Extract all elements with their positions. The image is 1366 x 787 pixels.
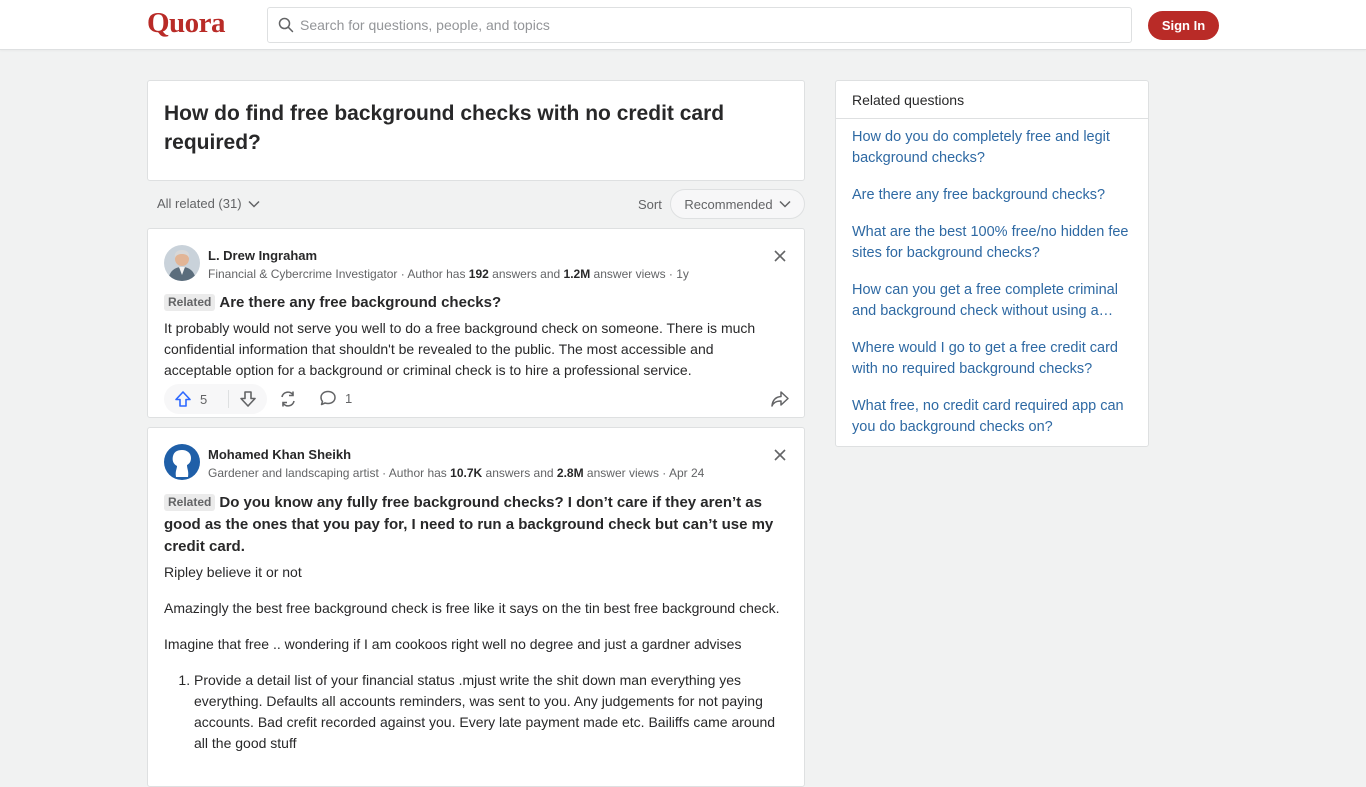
close-icon bbox=[774, 449, 786, 461]
related-question-item[interactable]: How can you get a free complete criminal… bbox=[852, 280, 1132, 322]
upvote-button[interactable]: 5 bbox=[164, 390, 228, 408]
related-tag: Related bbox=[164, 294, 216, 311]
views-word: answer views · 1y bbox=[590, 267, 689, 281]
answer-paragraph: Imagine that free .. wondering if I am c… bbox=[164, 636, 742, 652]
search-bar[interactable] bbox=[267, 7, 1132, 43]
answer-actions: 5 1 bbox=[164, 384, 790, 414]
author-name[interactable]: L. Drew Ingraham bbox=[208, 248, 317, 263]
answer-views: 2.8M bbox=[556, 466, 584, 480]
related-question-link[interactable]: Related Do you know any fully free backgr… bbox=[164, 492, 784, 558]
related-question-text: Do you know any fully free background ch… bbox=[164, 494, 774, 555]
top-header: Quora Sign In bbox=[0, 0, 1366, 50]
credential-text: Financial & Cybercrime Investigator · Au… bbox=[208, 267, 469, 281]
related-question-item[interactable]: Are there any free background checks? bbox=[852, 185, 1132, 206]
comment-icon bbox=[320, 390, 336, 406]
vote-group: 5 bbox=[164, 384, 267, 414]
avatar[interactable] bbox=[164, 444, 200, 480]
related-questions-heading: Related questions bbox=[836, 81, 1148, 119]
upvote-icon bbox=[175, 391, 191, 407]
answer-count: 192 bbox=[468, 267, 489, 281]
all-related-label: All related (31) bbox=[157, 196, 242, 211]
views-word: answer views · Apr 24 bbox=[583, 466, 705, 480]
avatar[interactable] bbox=[164, 245, 200, 281]
answer-count: 10.7K bbox=[450, 466, 483, 480]
answer-views: 1.2M bbox=[563, 267, 591, 281]
all-related-dropdown[interactable]: All related (31) bbox=[157, 196, 260, 211]
share-arrow-icon bbox=[771, 391, 789, 407]
related-question-link[interactable]: Related Are there any free background che… bbox=[164, 292, 784, 314]
answer-filters: All related (31) Sort Recommended bbox=[147, 189, 805, 221]
credential-text: Gardener and landscaping artist · Author… bbox=[208, 466, 451, 480]
question-card: How do find free background checks with … bbox=[147, 80, 805, 181]
related-question-text: Are there any free background checks? bbox=[219, 294, 502, 311]
chevron-down-icon bbox=[779, 200, 791, 208]
answers-word: answers and bbox=[488, 267, 564, 281]
answer-list: Provide a detail list of your financial … bbox=[164, 670, 784, 754]
comments-button[interactable]: 1 bbox=[319, 389, 352, 407]
answer-paragraph: Amazingly the best free background check… bbox=[164, 600, 780, 616]
comment-count: 1 bbox=[345, 390, 353, 406]
related-question-item[interactable]: How do you do completely free and legit … bbox=[852, 127, 1132, 169]
upvote-count: 5 bbox=[200, 391, 208, 407]
dismiss-answer-button[interactable] bbox=[770, 246, 790, 266]
author-name[interactable]: Mohamed Khan Sheikh bbox=[208, 447, 351, 462]
search-input[interactable] bbox=[300, 17, 1100, 33]
forward-button[interactable] bbox=[770, 389, 790, 414]
related-question-item[interactable]: What free, no credit card required app c… bbox=[852, 396, 1132, 438]
sort-label: Sort bbox=[638, 197, 662, 212]
quora-logo[interactable]: Quora bbox=[147, 7, 226, 40]
answer-body[interactable]: Ripley believe it or not Amazingly the b… bbox=[164, 562, 784, 754]
answer-paragraph: It probably would not serve you well to … bbox=[164, 320, 756, 378]
answers-word: answers and bbox=[482, 466, 557, 480]
related-question-item[interactable]: Where would I go to get a free credit ca… bbox=[852, 338, 1132, 380]
close-icon bbox=[774, 250, 786, 262]
sort-value: Recommended bbox=[684, 196, 773, 212]
author-credential: Gardener and landscaping artist · Author… bbox=[208, 466, 704, 480]
sign-in-button[interactable]: Sign In bbox=[1148, 11, 1219, 40]
chevron-down-icon bbox=[248, 200, 260, 208]
answer-card: Mohamed Khan Sheikh Gardener and landsca… bbox=[147, 427, 805, 787]
related-question-item[interactable]: What are the best 100% free/no hidden fe… bbox=[852, 222, 1132, 264]
question-title: How do find free background checks with … bbox=[164, 102, 725, 154]
author-credential: Financial & Cybercrime Investigator · Au… bbox=[208, 267, 689, 281]
related-questions-panel: Related questions How do you do complete… bbox=[835, 80, 1149, 447]
downvote-icon bbox=[240, 391, 256, 407]
dismiss-answer-button[interactable] bbox=[770, 445, 790, 465]
related-tag: Related bbox=[164, 494, 216, 511]
related-questions-list: How do you do completely free and legit … bbox=[836, 119, 1148, 462]
sort-dropdown[interactable]: Recommended bbox=[670, 189, 805, 219]
downvote-button[interactable] bbox=[229, 390, 257, 408]
search-icon bbox=[278, 17, 294, 33]
answer-card: L. Drew Ingraham Financial & Cybercrime … bbox=[147, 228, 805, 418]
list-item: Provide a detail list of your financial … bbox=[194, 670, 784, 754]
share-button[interactable] bbox=[278, 389, 298, 414]
answer-paragraph: Ripley believe it or not bbox=[164, 564, 302, 580]
refresh-icon bbox=[281, 391, 295, 407]
